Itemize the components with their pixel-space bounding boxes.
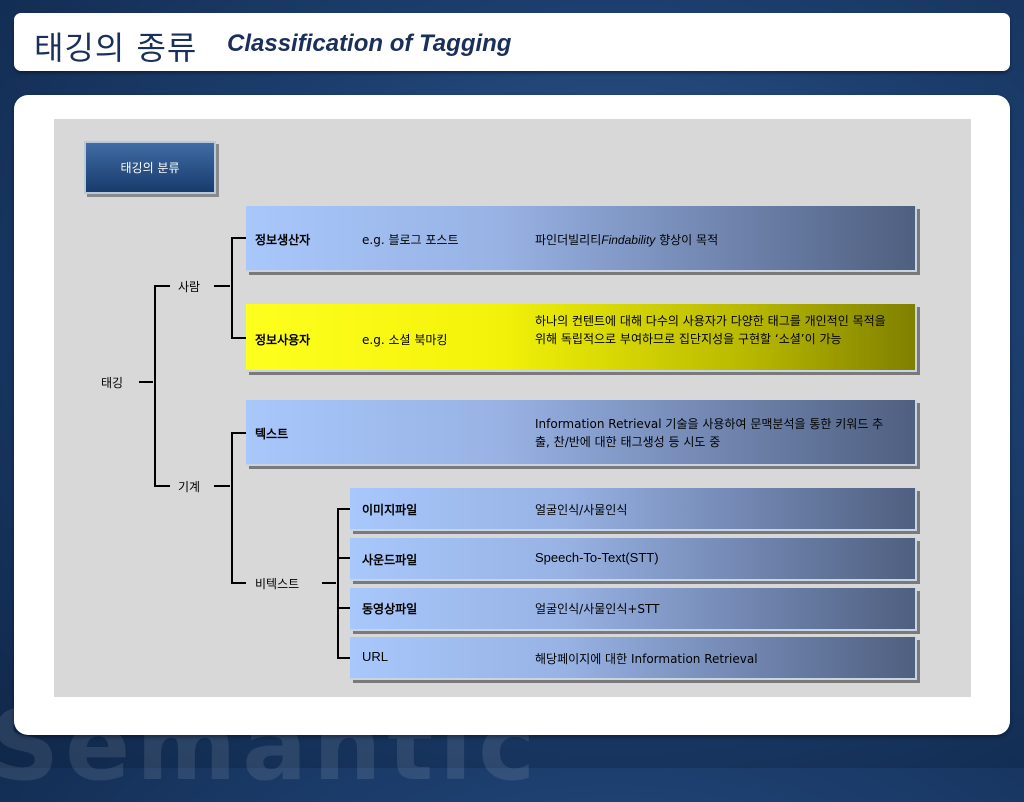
tree-non-text-label: 비텍스트 [255,577,300,591]
tree-machine-label: 기계 [178,480,201,494]
producer-desc-post: 향상이 목적 [655,233,719,247]
producer-desc-pre: 파인더빌리티 [535,233,602,247]
text-desc: Information Retrieval 기술을 사용하여 문맥분석을 통한 … [535,417,884,449]
user-example: e.g. 소셜 북마킹 [362,333,448,347]
text-name: 텍스트 [255,427,289,441]
url-desc: 해당페이지에 대한 Information Retrieval [535,652,758,666]
producer-example: e.g. 블로그 포스트 [362,233,459,247]
video-desc: 얼굴인식/사물인식+STT [535,602,660,616]
image-desc: 얼굴인식/사물인식 [535,503,628,517]
producer-desc: 파인더빌리티Findability 향상이 목적 [535,231,718,248]
sound-desc: Speech-To-Text(STT) [535,550,659,565]
sound-name: 사운드파일 [362,553,418,567]
tree-root-label: 태깅 [101,376,124,390]
user-name: 정보사용자 [255,333,311,347]
url-name: URL [362,649,389,664]
image-name: 이미지파일 [362,503,418,517]
producer-desc-findability: Findability [601,233,656,247]
tree-person-label: 사람 [178,280,201,294]
video-name: 동영상파일 [362,602,418,616]
tree-connectors [139,237,350,659]
user-desc: 하나의 컨텐트에 대해 다수의 사용자가 다양한 태그를 개인적인 목적을 위해… [535,314,886,346]
producer-name: 정보생산자 [255,233,311,247]
